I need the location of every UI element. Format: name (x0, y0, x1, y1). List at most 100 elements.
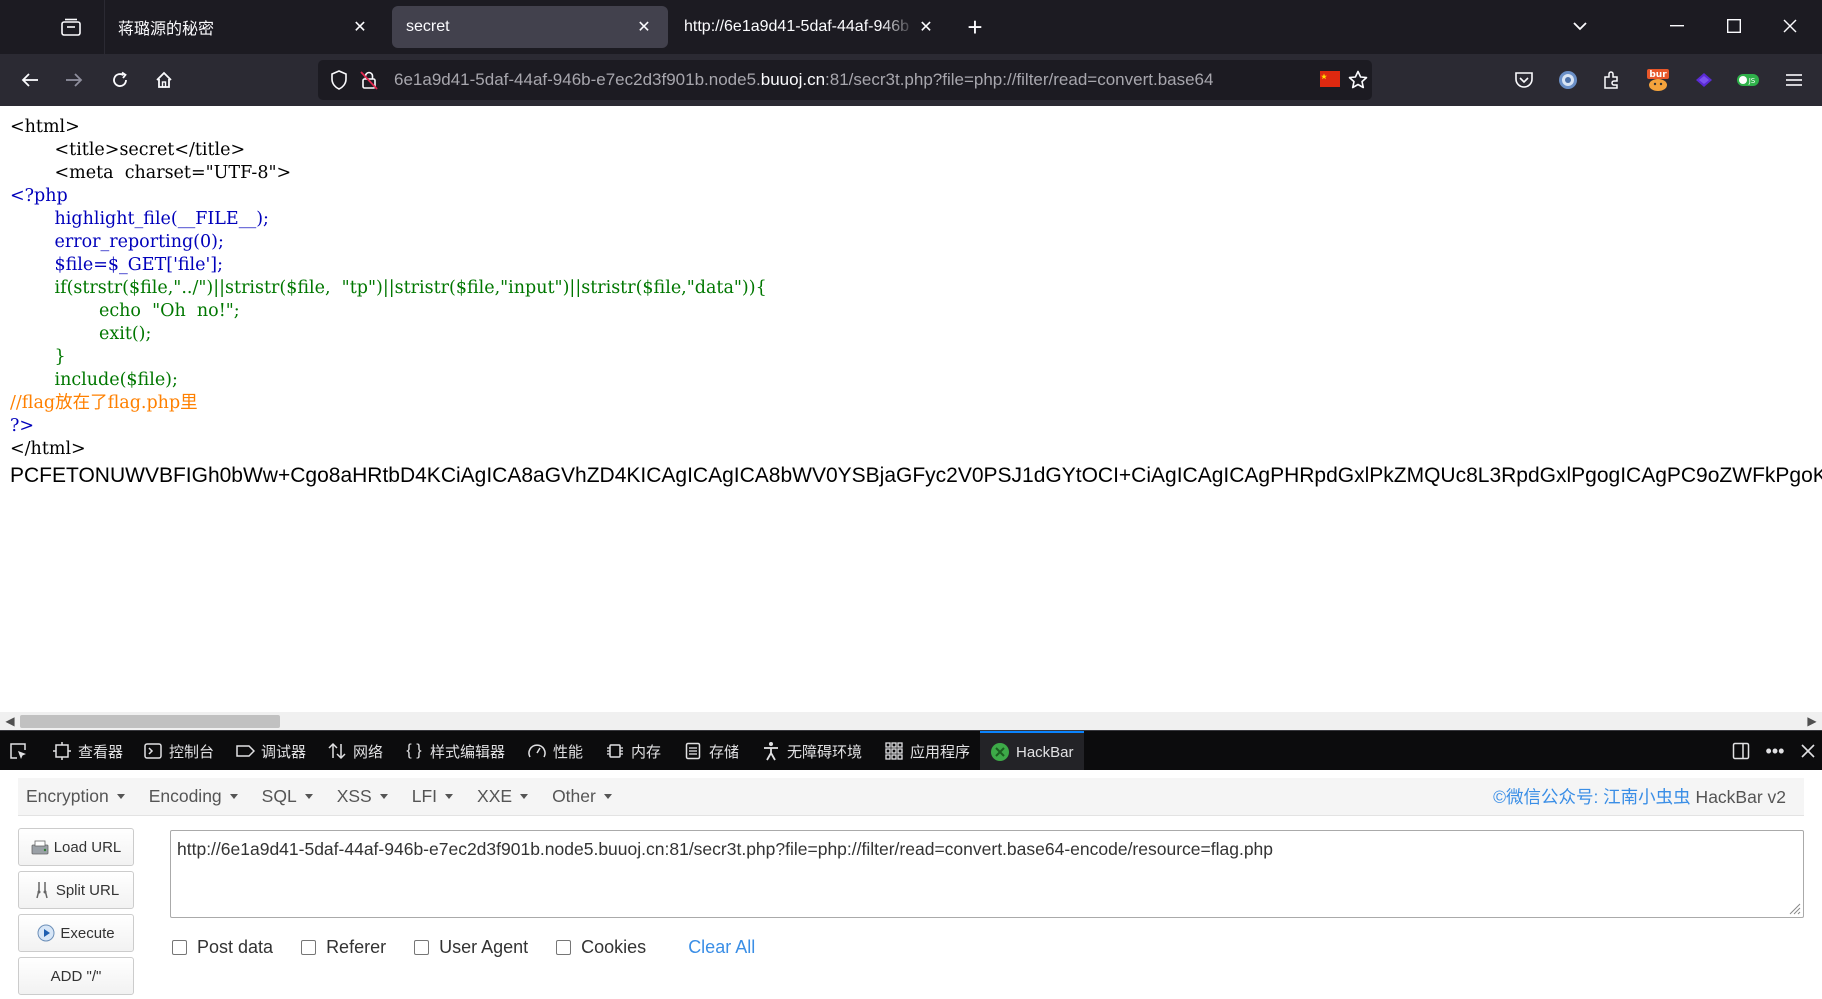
post-data-checkbox[interactable] (172, 939, 187, 955)
dock-button[interactable] (1729, 739, 1753, 763)
reload-button[interactable] (104, 64, 136, 96)
braces-icon: { } (406, 742, 422, 759)
ellipsis-icon: ••• (1765, 740, 1785, 761)
tab-list-button[interactable] (56, 12, 86, 42)
tab-title: 蒋璐源的秘密 (118, 21, 215, 38)
more-options-button[interactable]: ••• (1763, 739, 1787, 763)
user-agent-option[interactable]: User Agent (414, 937, 528, 958)
tab-console[interactable]: 控制台 (143, 731, 214, 771)
minimize-button[interactable] (1657, 8, 1697, 44)
reload-icon (113, 71, 127, 87)
tab-jiang-secret[interactable]: 蒋璐源的秘密 ✕ (104, 6, 384, 48)
menu-label: SQL (261, 786, 297, 806)
code-line: } (10, 347, 66, 367)
horizontal-scrollbar[interactable]: ◀ ▶ (0, 712, 1822, 730)
vpn-extension-button[interactable] (1552, 64, 1584, 96)
tab-secret[interactable]: secret ✕ (392, 6, 668, 48)
tab-accessibility[interactable]: 无障碍环境 (761, 731, 862, 771)
tab-inspector[interactable]: 查看器 (52, 731, 123, 771)
resize-grip-icon[interactable] (1787, 901, 1801, 915)
grid-icon (885, 742, 903, 760)
arrow-left-icon (21, 73, 38, 87)
referer-checkbox[interactable] (301, 939, 317, 955)
clear-all-link[interactable]: Clear All (688, 937, 755, 958)
close-icon[interactable]: ✕ (916, 17, 936, 37)
tab-url[interactable]: http://6e1a9d41-5daf-44af-946b ✕ (670, 6, 950, 48)
code-line: highlight_file(__FILE__); (10, 209, 269, 229)
cookies-option[interactable]: Cookies (556, 937, 646, 958)
menu-button[interactable] (1778, 64, 1810, 96)
user-agent-checkbox[interactable] (414, 939, 430, 955)
tab-label: 性能 (553, 743, 584, 761)
url-suffix: :81/secr3t.php?file=php://filter/read=co… (825, 70, 1214, 89)
new-tab-button[interactable]: + (960, 12, 990, 42)
insecure-lock-icon[interactable] (360, 70, 378, 95)
menu-sql[interactable]: SQL (262, 786, 313, 807)
add-slash-button[interactable]: ADD "/" (18, 957, 134, 995)
pocket-icon (1515, 72, 1533, 88)
code-line: <meta charset="UTF-8"> (10, 163, 292, 183)
tab-hackbar[interactable]: HackBar (980, 731, 1084, 771)
home-button[interactable] (148, 64, 180, 96)
list-all-tabs-button[interactable] (1560, 8, 1600, 44)
url-textarea[interactable]: http://6e1a9d41-5daf-44af-946b-e7ec2d3f9… (170, 830, 1804, 918)
load-icon (31, 840, 49, 855)
tab-debugger[interactable]: 调试器 (235, 731, 306, 771)
close-icon[interactable]: ✕ (634, 17, 654, 37)
close-devtools-button[interactable] (1796, 739, 1820, 763)
minimize-icon (1670, 25, 1684, 27)
tab-network[interactable]: 网络 (327, 731, 383, 771)
tab-performance[interactable]: 性能 (527, 731, 583, 771)
close-icon (1801, 744, 1815, 758)
menu-other[interactable]: Other (552, 786, 612, 807)
menu-lfi[interactable]: LFI (412, 786, 454, 807)
button-label: Load URL (53, 838, 122, 856)
execute-button[interactable]: Execute (18, 914, 134, 952)
back-button[interactable] (14, 64, 46, 96)
toggle-extension-button[interactable]: JS (1732, 64, 1764, 96)
purple-extension-button[interactable] (1688, 64, 1720, 96)
credit-link[interactable]: ©微信公众号: 江南小虫虫 (1493, 787, 1691, 807)
tab-style-editor[interactable]: { } 样式编辑器 (404, 731, 505, 771)
gauge-icon (528, 744, 546, 758)
burp-extension-button[interactable]: bur (1642, 64, 1674, 96)
hackbar-options: Post data Referer User Agent Cookies Cle… (172, 934, 755, 960)
option-label: User Agent (439, 936, 529, 957)
scroll-left-icon[interactable]: ◀ (2, 713, 18, 729)
caret-down-icon (379, 794, 388, 799)
menu-xxe[interactable]: XXE (477, 786, 529, 807)
post-data-option[interactable]: Post data (172, 937, 273, 958)
element-picker-button[interactable] (8, 731, 28, 771)
base64-output: PCFETONUWVBFIGh0bWw+Cgo8aHRtbD4KCiAgICA8… (10, 464, 1822, 487)
referer-option[interactable]: Referer (301, 937, 386, 958)
url-bar[interactable]: 6e1a9d41-5daf-44af-946b-e7ec2d3f901b.nod… (318, 60, 1372, 100)
toggle-icon: JS (1737, 74, 1759, 86)
close-icon[interactable]: ✕ (350, 17, 370, 37)
globe-icon (1559, 71, 1577, 89)
pocket-button[interactable] (1508, 64, 1540, 96)
scroll-right-icon[interactable]: ▶ (1804, 713, 1820, 729)
maximize-button[interactable] (1714, 8, 1754, 44)
menu-encoding[interactable]: Encoding (149, 786, 238, 807)
tab-storage[interactable]: 存储 (683, 731, 739, 771)
cookies-checkbox[interactable] (556, 939, 572, 955)
tab-memory[interactable]: 内存 (605, 731, 661, 771)
menu-encryption[interactable]: Encryption (26, 786, 125, 807)
load-url-button[interactable]: Load URL (18, 828, 134, 866)
extensions-button[interactable] (1596, 64, 1628, 96)
tab-label: 内存 (631, 743, 662, 761)
menu-xss[interactable]: XSS (337, 786, 388, 807)
forward-button[interactable] (58, 64, 90, 96)
tab-bar: 蒋璐源的秘密 ✕ secret ✕ http://6e1a9d41-5daf-4… (0, 0, 1822, 54)
tab-application[interactable]: 应用程序 (884, 731, 970, 771)
code-line: exit(); (10, 324, 152, 344)
close-window-button[interactable] (1770, 8, 1810, 44)
shield-icon[interactable] (330, 70, 348, 95)
code-line: <html> (10, 117, 80, 137)
bookmark-star-icon[interactable] (1348, 70, 1368, 95)
url-text[interactable]: 6e1a9d41-5daf-44af-946b-e7ec2d3f901b.nod… (394, 60, 1310, 100)
split-url-button[interactable]: Split URL (18, 871, 134, 909)
china-flag-icon[interactable] (1320, 71, 1340, 92)
scrollbar-thumb[interactable] (20, 715, 280, 728)
source-code: <html> <title>secret</title> <meta chars… (10, 116, 767, 461)
